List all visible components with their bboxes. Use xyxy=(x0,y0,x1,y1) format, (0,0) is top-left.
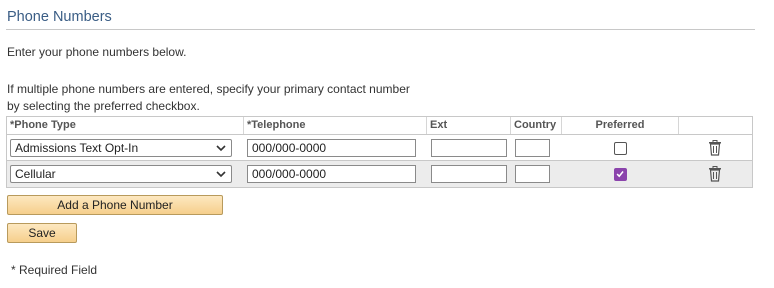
phone-type-value: Cellular xyxy=(15,167,56,181)
table-row: Admissions Text Opt-In 000/000-0000 xyxy=(7,135,752,161)
phone-type-select[interactable]: Cellular xyxy=(10,165,232,183)
header-ext: Ext xyxy=(427,117,511,134)
header-preferred: Preferred xyxy=(562,117,679,134)
ext-input[interactable] xyxy=(431,139,507,157)
preferred-checkbox[interactable] xyxy=(614,168,627,181)
instruction-line-1: If multiple phone numbers are entered, s… xyxy=(7,82,410,96)
table-row: Cellular 000/000-0000 xyxy=(7,161,752,187)
header-delete xyxy=(679,117,752,134)
phone-type-value: Admissions Text Opt-In xyxy=(15,141,139,155)
instruction-line-2: by selecting the preferred checkbox. xyxy=(7,99,200,113)
telephone-input[interactable]: 000/000-0000 xyxy=(247,139,416,157)
chevron-down-icon xyxy=(216,145,226,152)
add-phone-number-button[interactable]: Add a Phone Number xyxy=(7,195,223,215)
country-input[interactable] xyxy=(515,139,550,157)
page-title: Phone Numbers xyxy=(7,9,112,25)
header-phone-type: *Phone Type xyxy=(7,117,244,134)
grid-header: *Phone Type *Telephone Ext Country Prefe… xyxy=(7,117,752,135)
trash-icon[interactable] xyxy=(708,140,722,156)
header-country: Country xyxy=(511,117,562,134)
preferred-checkbox[interactable] xyxy=(614,142,627,155)
country-input[interactable] xyxy=(515,165,550,183)
header-telephone: *Telephone xyxy=(244,117,427,134)
phone-numbers-grid: *Phone Type *Telephone Ext Country Prefe… xyxy=(6,116,753,188)
title-divider xyxy=(6,29,755,30)
checkmark-icon xyxy=(616,171,624,178)
chevron-down-icon xyxy=(216,171,226,178)
save-button[interactable]: Save xyxy=(7,223,77,243)
telephone-input[interactable]: 000/000-0000 xyxy=(247,165,416,183)
phone-type-select[interactable]: Admissions Text Opt-In xyxy=(10,139,232,157)
intro-text: Enter your phone numbers below. xyxy=(7,45,187,59)
required-field-note: * Required Field xyxy=(11,263,98,277)
ext-input[interactable] xyxy=(431,165,507,183)
trash-icon[interactable] xyxy=(708,166,722,182)
